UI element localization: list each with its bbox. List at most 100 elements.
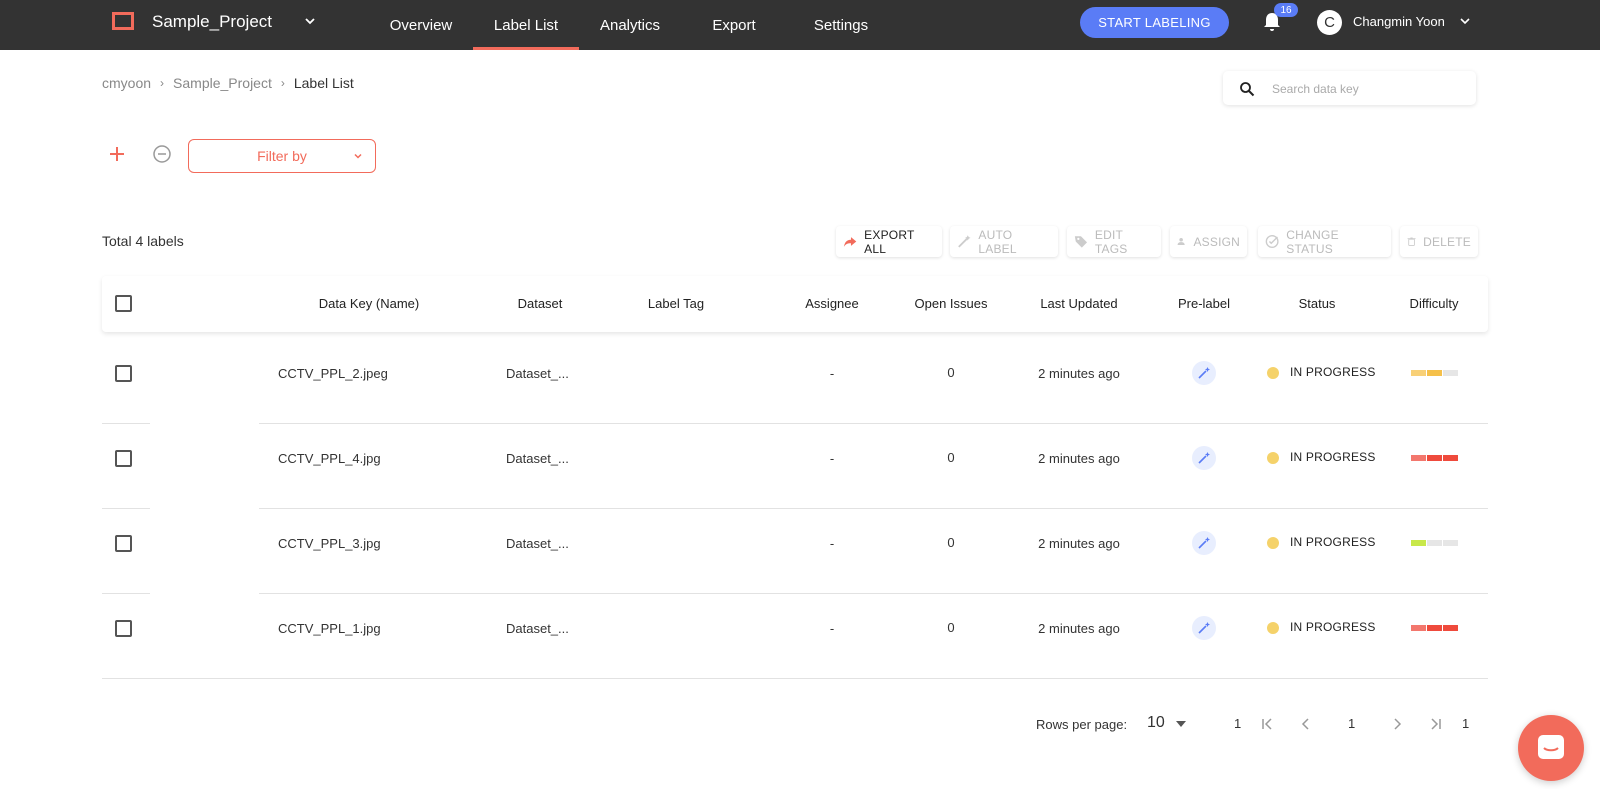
- project-name[interactable]: Sample_Project: [152, 12, 272, 32]
- dataset-cell: Dataset_...: [506, 366, 569, 381]
- difficulty-segment: [1411, 370, 1426, 376]
- status-dot: [1267, 452, 1279, 464]
- column-header-status[interactable]: Status: [1299, 296, 1336, 311]
- breadcrumb-item-user[interactable]: cmyoon: [102, 75, 151, 91]
- difficulty-segment: [1443, 455, 1458, 461]
- pre-label-button[interactable]: [1192, 446, 1216, 470]
- last-updated-cell: 2 minutes ago: [1038, 451, 1120, 466]
- row-checkbox[interactable]: [115, 365, 132, 382]
- column-header-pre-label[interactable]: Pre-label: [1178, 296, 1230, 311]
- chevron-down-icon[interactable]: [1459, 15, 1471, 27]
- edit-tags-button[interactable]: EDIT TAGS: [1067, 226, 1161, 257]
- chevron-down-icon: [354, 153, 362, 159]
- delete-button[interactable]: DELETE: [1400, 226, 1478, 257]
- status-dot: [1267, 622, 1279, 634]
- column-header-last-updated[interactable]: Last Updated: [1040, 296, 1117, 311]
- last-updated-cell: 2 minutes ago: [1038, 366, 1120, 381]
- data-key-cell[interactable]: CCTV_PPL_1.jpg: [278, 621, 381, 636]
- trash-icon: [1407, 237, 1416, 246]
- assignee-cell: -: [829, 621, 835, 636]
- auto-label-button[interactable]: AUTO LABEL: [950, 226, 1058, 257]
- difficulty-segment: [1443, 540, 1458, 546]
- nav-export[interactable]: Export: [706, 0, 762, 50]
- logo-icon[interactable]: [112, 12, 134, 30]
- search-input[interactable]: [1272, 78, 1462, 100]
- status-badge: IN PROGRESS: [1290, 620, 1376, 634]
- column-header-open-issues[interactable]: Open Issues: [915, 296, 988, 311]
- magic-wand-icon: [1198, 367, 1210, 379]
- dataset-cell: Dataset_...: [506, 451, 569, 466]
- caret-down-icon[interactable]: [1176, 720, 1186, 728]
- top-bar: Sample_Project Overview Label List Analy…: [0, 0, 1600, 50]
- difficulty-segment: [1427, 625, 1442, 631]
- row-checkbox[interactable]: [115, 620, 132, 637]
- remove-filter-icon[interactable]: [152, 144, 172, 164]
- tag-icon: [1074, 236, 1088, 248]
- pre-label-button[interactable]: [1192, 531, 1216, 555]
- difficulty-segment: [1427, 540, 1442, 546]
- assign-button[interactable]: ASSIGN: [1170, 226, 1247, 257]
- open-issues-cell: 0: [947, 535, 955, 550]
- export-all-button[interactable]: EXPORT ALL: [836, 226, 942, 257]
- chat-widget-button[interactable]: [1518, 715, 1584, 781]
- first-page-icon[interactable]: [1260, 716, 1276, 732]
- column-header-label-tag[interactable]: Label Tag: [648, 296, 704, 311]
- last-page-icon[interactable]: [1427, 716, 1443, 732]
- row-divider: [102, 593, 150, 594]
- difficulty-segment: [1427, 370, 1442, 376]
- breadcrumb-separator: ›: [160, 76, 165, 90]
- difficulty-segment: [1443, 370, 1458, 376]
- rows-per-page-select[interactable]: 10: [1147, 714, 1165, 732]
- start-labeling-button[interactable]: START LABELING: [1080, 7, 1229, 38]
- difficulty-segment: [1411, 540, 1426, 546]
- chat-icon: [1538, 735, 1564, 759]
- row-checkbox[interactable]: [115, 535, 132, 552]
- nav-overview[interactable]: Overview: [389, 0, 453, 50]
- status-badge: IN PROGRESS: [1290, 450, 1376, 464]
- row-divider: [102, 508, 150, 509]
- change-status-button[interactable]: CHANGE STATUS: [1258, 226, 1391, 257]
- difficulty-segment: [1427, 455, 1442, 461]
- chevron-down-icon[interactable]: [303, 14, 317, 28]
- filter-by-dropdown[interactable]: Filter by: [188, 139, 376, 173]
- open-issues-cell: 0: [947, 620, 955, 635]
- rows-per-page-label: Rows per page:: [1036, 717, 1128, 732]
- table-bottom-border: [102, 678, 1488, 679]
- data-key-cell[interactable]: CCTV_PPL_3.jpg: [278, 536, 381, 551]
- magic-wand-icon: [958, 235, 971, 248]
- avatar[interactable]: C: [1317, 10, 1342, 35]
- column-header-difficulty[interactable]: Difficulty: [1410, 296, 1459, 311]
- row-divider: [259, 423, 1488, 424]
- column-header-data-key[interactable]: Data Key (Name): [319, 296, 419, 311]
- add-filter-icon[interactable]: [107, 144, 127, 164]
- column-header-dataset[interactable]: Dataset: [518, 296, 563, 311]
- difficulty-bar: [1411, 625, 1458, 631]
- filter-label: Filter by: [257, 148, 307, 164]
- select-all-checkbox[interactable]: [115, 295, 132, 312]
- notification-badge: 16: [1274, 3, 1298, 17]
- difficulty-segment: [1443, 625, 1458, 631]
- nav-analytics[interactable]: Analytics: [598, 0, 662, 50]
- data-key-cell[interactable]: CCTV_PPL_4.jpg: [278, 451, 381, 466]
- pre-label-button[interactable]: [1192, 616, 1216, 640]
- row-checkbox[interactable]: [115, 450, 132, 467]
- breadcrumb: cmyoon › Sample_Project › Label List: [102, 75, 354, 91]
- user-name[interactable]: Changmin Yoon: [1353, 14, 1445, 29]
- nav-label-list[interactable]: Label List: [473, 0, 579, 50]
- previous-page-icon[interactable]: [1298, 716, 1314, 732]
- magic-wand-icon: [1198, 537, 1210, 549]
- pre-label-button[interactable]: [1192, 361, 1216, 385]
- data-key-cell[interactable]: CCTV_PPL_2.jpeg: [278, 366, 388, 381]
- last-updated-cell: 2 minutes ago: [1038, 536, 1120, 551]
- breadcrumb-item-current: Label List: [293, 75, 354, 91]
- column-header-assignee[interactable]: Assignee: [805, 296, 858, 311]
- breadcrumb-item-project[interactable]: Sample_Project: [173, 75, 272, 91]
- next-page-icon[interactable]: [1389, 716, 1405, 732]
- difficulty-segment: [1411, 455, 1426, 461]
- open-issues-cell: 0: [947, 365, 955, 380]
- check-circle-icon: [1265, 235, 1279, 248]
- magic-wand-icon: [1198, 452, 1210, 464]
- nav-settings[interactable]: Settings: [810, 0, 872, 50]
- difficulty-segment: [1411, 625, 1426, 631]
- total-pages: 1: [1462, 716, 1470, 731]
